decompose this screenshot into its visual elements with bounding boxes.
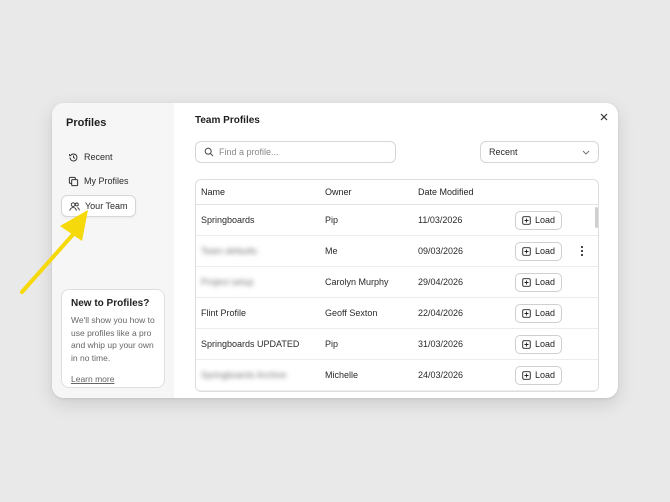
scrollbar[interactable] [595,207,598,228]
load-button[interactable]: Load [515,334,563,354]
promo-card: New to Profiles? We'll show you how to u… [61,289,165,388]
plus-square-icon [522,370,531,380]
column-header-owner: Owner [325,187,352,197]
table-row[interactable]: Project setup Carolyn Murphy 29/04/2026 Loa… [196,267,598,298]
page-title: Team Profiles [195,115,260,126]
close-icon [600,113,608,121]
load-button-label: Load [535,339,556,349]
sidebar-item-my-profiles[interactable]: My Profiles [61,170,136,192]
plus-square-icon [522,215,531,225]
learn-more-link[interactable]: Learn more [71,374,114,384]
profile-date: 09/03/2026 [418,246,464,256]
sidebar: Profiles Recent My Profiles Your Team Ne… [52,103,174,398]
plus-square-icon [522,308,531,318]
table-header: Name Owner Date Modified [196,180,598,205]
users-icon [69,201,80,212]
profile-date: 11/03/2026 [418,215,463,225]
history-icon [68,152,79,163]
sort-dropdown[interactable]: Recent [480,141,599,163]
load-button-label: Load [535,277,556,287]
profile-owner: Michelle [325,370,359,380]
sidebar-item-label: Recent [84,152,113,162]
column-header-name: Name [201,187,226,197]
search-box[interactable] [195,141,396,163]
search-icon [204,147,214,157]
load-button-label: Load [535,308,556,318]
plus-square-icon [522,277,531,287]
table-row[interactable]: Team defaults Me 09/03/2026 Load [196,236,598,267]
promo-title: New to Profiles? [71,298,150,309]
sidebar-item-label: My Profiles [84,176,129,186]
table-row[interactable]: Flint Profile Geoff Sexton 22/04/2026 Load [196,298,598,329]
profile-owner: Geoff Sexton [325,308,378,318]
profile-date: 31/03/2026 [418,339,464,349]
main-panel: Team Profiles Recent Name Owner Date Mod… [174,103,618,398]
profile-name: Springboards [201,215,255,225]
table-row[interactable]: Springboards Archive Michelle 24/03/2026 Lo… [196,360,598,391]
load-button[interactable]: Load [515,365,563,385]
table-row[interactable]: Springboards Pip 11/03/2026 Load [196,205,598,236]
search-input[interactable] [219,147,389,157]
column-header-date: Date Modified [418,187,474,197]
profile-owner: Pip [325,339,339,349]
profile-name: Team defaults [201,246,258,256]
table-row[interactable]: Springboards UPDATED Pip 31/03/2026 Load [196,329,598,360]
profile-name: Project setup [201,277,254,287]
copy-icon [68,176,79,187]
load-button-label: Load [535,246,556,256]
profile-owner: Carolyn Murphy [325,277,389,287]
profile-date: 22/04/2026 [418,308,464,318]
load-button-label: Load [535,215,556,225]
close-button[interactable] [598,111,610,123]
sort-selected-value: Recent [489,147,518,157]
plus-square-icon [522,339,531,349]
sidebar-item-label: Your Team [85,201,128,211]
chevron-down-icon [582,150,590,155]
profile-name: Flint Profile [201,308,247,318]
profile-name: Springboards Archive [201,370,287,380]
table-body: Springboards Pip 11/03/2026 Load Team defaul… [196,205,598,391]
profile-owner: Pip [325,215,339,225]
profile-date: 24/03/2026 [418,370,464,380]
promo-text: We'll show you how to use profiles like … [71,315,155,363]
profile-owner: Me [325,246,338,256]
sidebar-item-your-team[interactable]: Your Team [61,195,136,217]
plus-square-icon [522,246,531,256]
profile-name: Springboards UPDATED [201,339,300,349]
profile-date: 29/04/2026 [418,277,464,287]
load-button-label: Load [535,370,556,380]
more-options-icon[interactable] [580,245,584,257]
sidebar-title: Profiles [66,117,107,129]
sidebar-item-recent[interactable]: Recent [61,146,120,168]
profiles-modal: Profiles Recent My Profiles Your Team Ne… [52,103,618,398]
profiles-table: Name Owner Date Modified Springboards Pip… [195,179,599,392]
load-button[interactable]: Load [515,303,563,323]
load-button[interactable]: Load [515,241,563,261]
load-button[interactable]: Load [515,210,563,230]
load-button[interactable]: Load [515,272,563,292]
